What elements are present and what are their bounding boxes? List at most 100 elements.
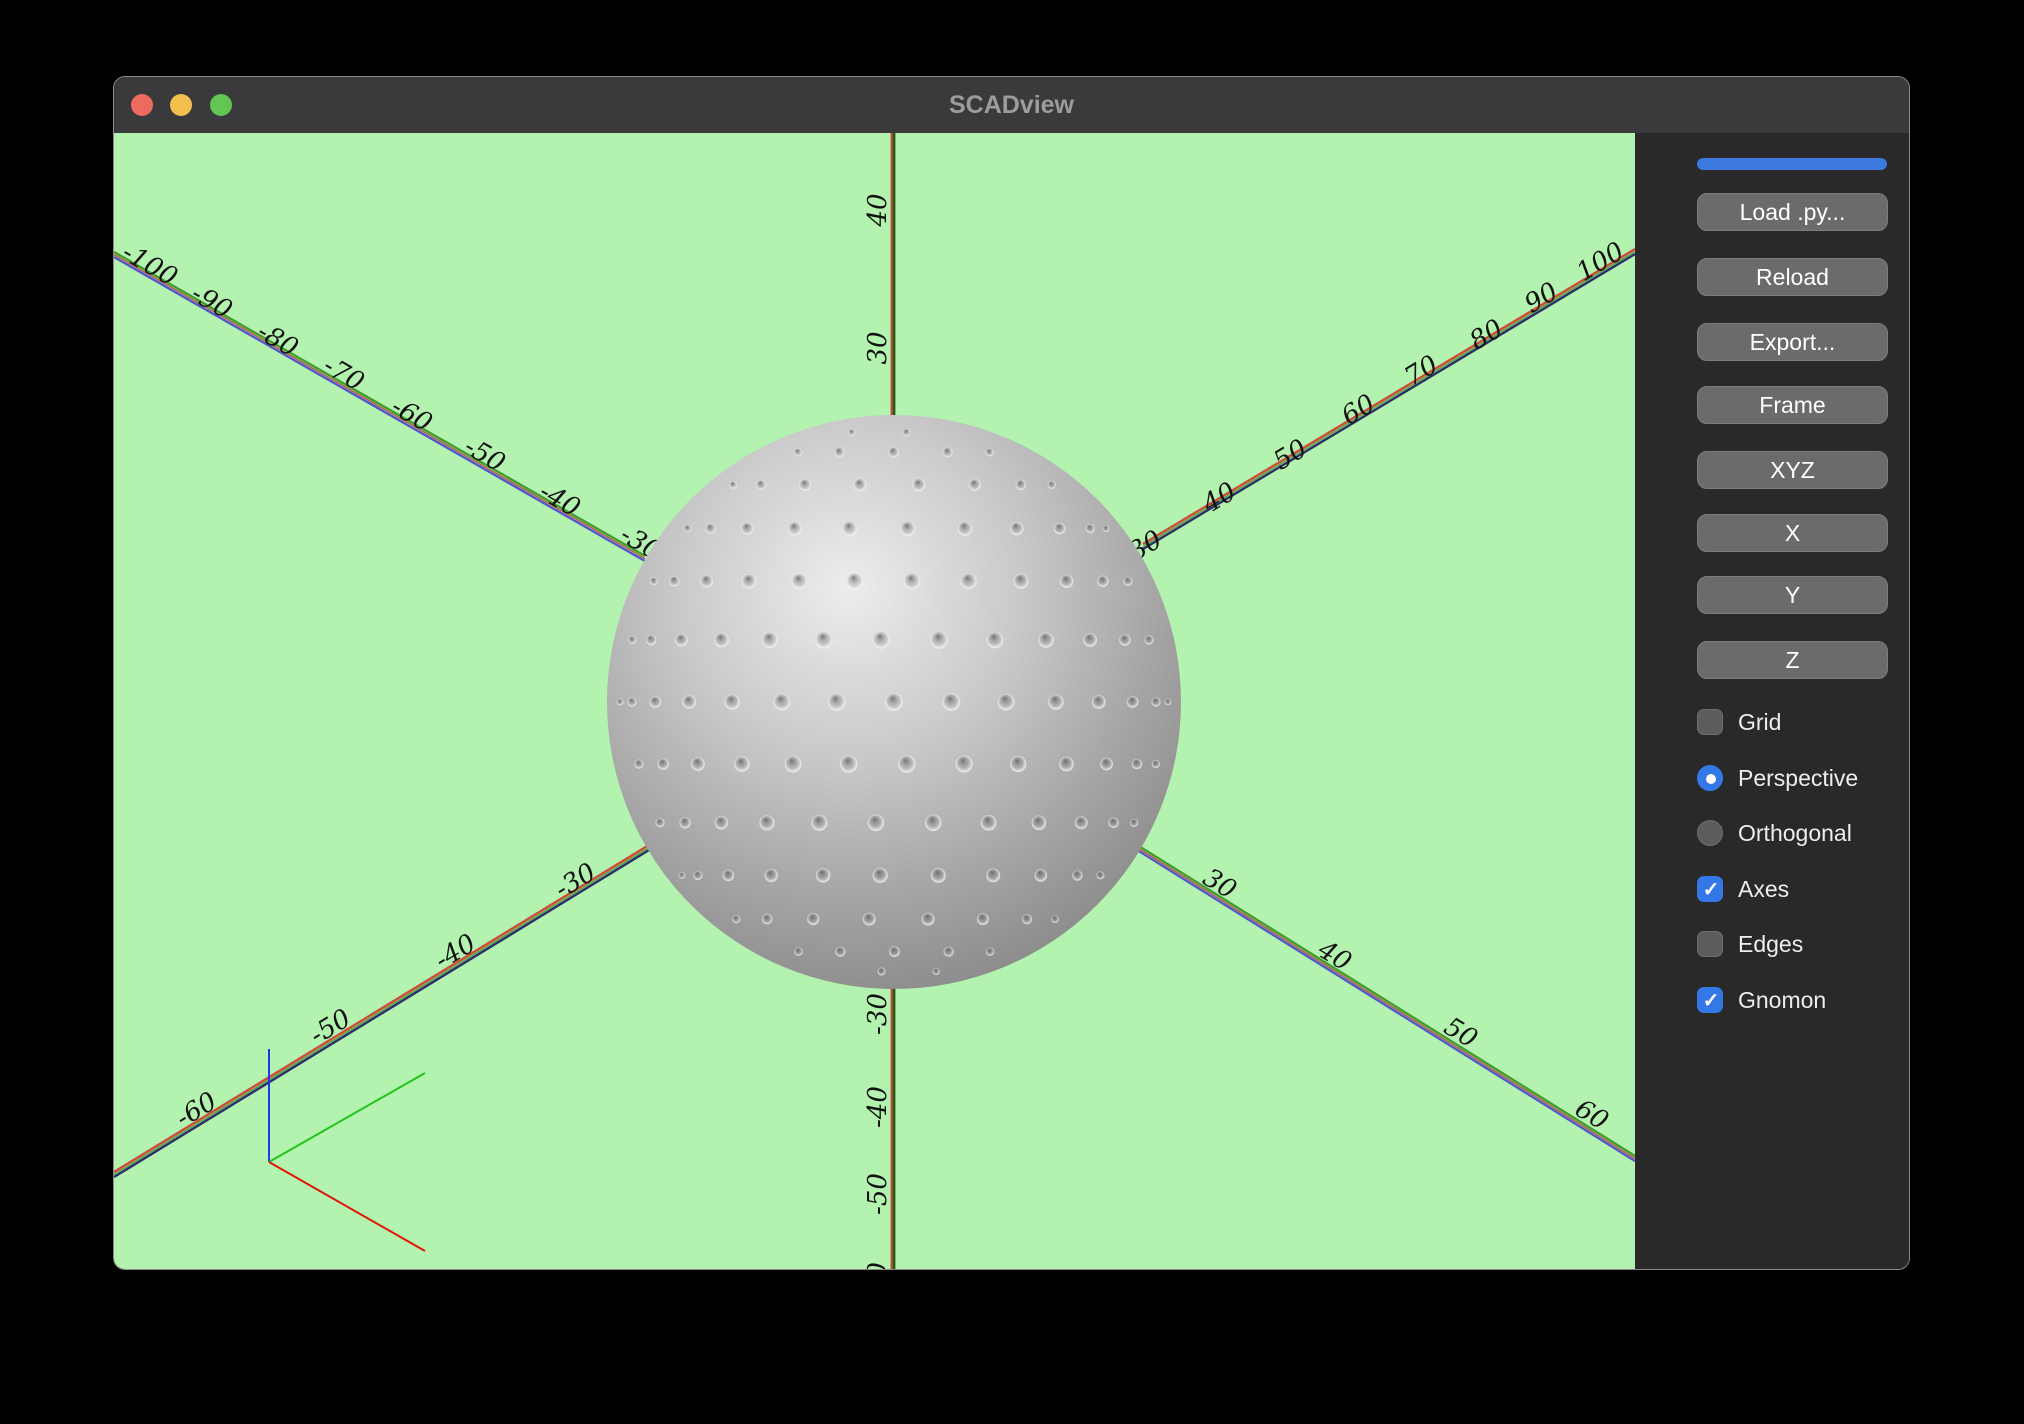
sphere-dimple — [693, 870, 703, 881]
sphere-dimple — [1102, 525, 1110, 532]
sphere-dimple — [1144, 635, 1154, 645]
sphere-dimple — [740, 522, 754, 535]
sphere-dimple — [1126, 696, 1139, 708]
sphere-dimple — [930, 631, 948, 649]
sphere-dimple — [1108, 817, 1119, 829]
sphere-dimple — [1015, 479, 1027, 491]
sphere-dimple — [794, 947, 803, 956]
toggle-gnomon[interactable]: Gnomon — [1697, 987, 1907, 1014]
viewport-3d[interactable]: -100 -90 -80 -70 -60 -50 -40 -30 30 40 5… — [114, 133, 1635, 1270]
load-py-button[interactable]: Load .py... — [1697, 193, 1888, 231]
toggle-label: Grid — [1738, 709, 1782, 735]
sphere-dimple — [942, 693, 961, 711]
axes-checkbox[interactable] — [1697, 876, 1724, 903]
reload-button[interactable]: Reload — [1697, 258, 1888, 296]
sphere-dimple — [986, 868, 1001, 883]
sphere-dimple — [815, 631, 833, 649]
sphere-dimple — [691, 757, 705, 771]
perspective-radio[interactable] — [1697, 765, 1723, 791]
sphere-dimple — [1010, 521, 1024, 536]
axis-tick-label: -40 — [430, 929, 481, 976]
progress-bar — [1697, 158, 1887, 170]
sphere-dimple — [867, 814, 885, 832]
window-content: -100 -90 -80 -70 -60 -50 -40 -30 30 40 5… — [114, 133, 1909, 1270]
sphere-dimple — [1164, 698, 1172, 706]
sphere-dimple — [1059, 756, 1074, 772]
sphere-dimple — [872, 631, 890, 649]
toggle-axes[interactable]: Axes — [1697, 876, 1907, 903]
edges-checkbox[interactable] — [1697, 931, 1723, 957]
axis-tick-label: -50 — [863, 1173, 893, 1215]
toggle-edges[interactable]: Edges — [1697, 931, 1907, 957]
sphere-dimple — [997, 693, 1015, 711]
app-window: SCADview -100 -90 -80 -70 -60 -50 -40 -3… — [113, 76, 1910, 1270]
sphere-dimple — [811, 814, 828, 831]
axis-tick-label: -60 — [863, 1262, 893, 1270]
sphere-dimple — [1096, 871, 1105, 880]
titlebar[interactable]: SCADview — [114, 77, 1909, 133]
sphere-dimple — [835, 946, 846, 957]
sphere-dimple — [1151, 697, 1161, 707]
sphere-dimple — [872, 867, 888, 884]
z-axis-positive — [890, 133, 896, 428]
sphere-dimple — [799, 478, 812, 491]
sphere-dimple — [1031, 815, 1047, 831]
gnomon-checkbox[interactable] — [1697, 987, 1724, 1014]
toggle-label: Orthogonal — [1738, 820, 1852, 846]
sphere-dimple — [791, 573, 808, 590]
axis-tick-label: 60 — [1570, 1094, 1614, 1137]
toggle-orthogonal[interactable]: Orthogonal — [1697, 820, 1907, 846]
sphere-dimple — [925, 814, 942, 832]
view-z-button[interactable]: Z — [1697, 641, 1888, 679]
sphere-dimple — [722, 869, 735, 882]
sphere-dimple — [649, 577, 659, 586]
view-xyz-button[interactable]: XYZ — [1697, 451, 1888, 489]
sphere-dimple — [1038, 632, 1054, 648]
axis-tick-label: -40 — [863, 1086, 893, 1128]
toggle-label: Axes — [1738, 876, 1790, 902]
sphere-dimple — [902, 428, 911, 437]
view-y-button[interactable]: Y — [1697, 576, 1888, 614]
sphere-dimple — [679, 817, 691, 829]
sphere-dimple — [761, 913, 773, 925]
sphere-dimple — [793, 448, 803, 457]
axis-tick-label: -50 — [459, 432, 510, 479]
axis-tick-label: 40 — [863, 193, 893, 227]
sphere-dimple — [976, 913, 989, 926]
sphere-dimple — [645, 634, 657, 646]
gnomon — [268, 1049, 426, 1252]
sphere-model — [607, 415, 1181, 989]
sphere-dimple — [1051, 915, 1059, 923]
sphere-dimple — [1034, 869, 1048, 882]
sphere-dimple — [1131, 758, 1143, 770]
axis-tick-label: 50 — [1439, 1012, 1483, 1055]
axis-tick-label: -30 — [550, 858, 601, 905]
sphere-dimple — [761, 631, 778, 649]
toggle-perspective[interactable]: Perspective — [1697, 765, 1907, 791]
view-x-button[interactable]: X — [1697, 514, 1888, 552]
sphere-dimple — [657, 758, 669, 770]
sphere-dimple — [784, 755, 802, 773]
toggle-grid[interactable]: Grid — [1697, 709, 1907, 735]
toggle-label: Gnomon — [1738, 987, 1827, 1013]
frame-button[interactable]: Frame — [1697, 386, 1888, 424]
sphere-dimple — [1085, 523, 1095, 534]
sphere-dimple — [634, 759, 644, 769]
sphere-dimple — [756, 479, 767, 490]
sphere-dimple — [807, 913, 820, 926]
sphere-dimple — [889, 946, 900, 958]
gnomon-y-axis — [268, 1072, 426, 1163]
axis-tick-label: 30 — [863, 331, 893, 364]
export-button[interactable]: Export... — [1697, 323, 1888, 361]
sphere-dimple — [1053, 522, 1066, 535]
sphere-dimple — [682, 695, 697, 709]
sphere-dimple — [1021, 914, 1032, 925]
sphere-dimple — [734, 756, 750, 772]
sphere-dimple — [764, 868, 778, 883]
orthogonal-radio[interactable] — [1697, 820, 1723, 846]
sphere-dimple — [1074, 816, 1088, 830]
sphere-dimple — [1013, 573, 1029, 589]
sphere-dimple — [700, 574, 714, 588]
grid-checkbox[interactable] — [1697, 709, 1723, 735]
sphere-dimple — [815, 868, 831, 883]
